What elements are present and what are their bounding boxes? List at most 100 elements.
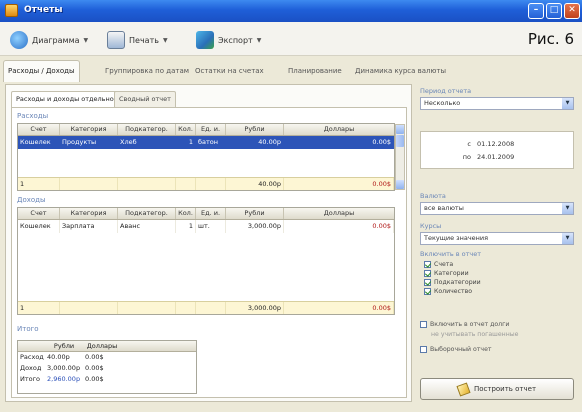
selective-report-checkbox[interactable]: Выборочный отчет bbox=[420, 346, 491, 353]
col-category[interactable]: Категория bbox=[60, 124, 118, 135]
col-unit[interactable]: Ед. и. bbox=[196, 124, 226, 135]
scroll-down-icon[interactable] bbox=[396, 180, 404, 189]
expenses-section-label: Расходы bbox=[17, 112, 49, 120]
checkbox-checked-icon[interactable] bbox=[424, 288, 431, 295]
minimize-button[interactable]: – bbox=[528, 3, 544, 19]
summary-row-rub: 3,000.00р bbox=[47, 364, 81, 372]
rate-select[interactable]: Текущие значения ▼ bbox=[420, 232, 574, 245]
currency-value: все валюты bbox=[424, 204, 464, 212]
include-label: Включить в отчет bbox=[420, 250, 482, 258]
expenses-total-row: 1 40.00р 0.00$ bbox=[18, 177, 394, 190]
total-rub: 40.00р bbox=[226, 178, 284, 190]
window-title: Отчеты bbox=[24, 5, 63, 15]
cell-account: Кошелек bbox=[18, 136, 60, 149]
col-rub[interactable]: Рубли bbox=[226, 208, 284, 219]
col-usd[interactable]: Доллары bbox=[284, 124, 394, 135]
date-range: с 01.12.2008 по 24.01.2009 bbox=[420, 131, 574, 169]
summary-row: Итого 2,960.00р 0.00$ bbox=[18, 374, 196, 385]
checkbox-label: Количество bbox=[434, 288, 473, 295]
selective-report-label: Выборочный отчет bbox=[430, 346, 492, 353]
col-quantity[interactable]: Кол. bbox=[176, 208, 196, 219]
tab-expenses-income[interactable]: Расходы / Доходы bbox=[3, 60, 80, 82]
exclude-paid-option: не учитывать погашенные bbox=[431, 331, 518, 338]
checkbox-checked-icon[interactable] bbox=[424, 270, 431, 277]
summary-row-usd: 0.00$ bbox=[85, 375, 104, 383]
printer-icon bbox=[107, 31, 125, 49]
income-total-row: 1 3,000.00р 0.00$ bbox=[18, 301, 394, 314]
rate-value: Текущие значения bbox=[424, 234, 489, 242]
col-account[interactable]: Счет bbox=[18, 124, 60, 135]
income-section-label: Доходы bbox=[17, 196, 46, 204]
checkbox-checked-icon[interactable] bbox=[424, 261, 431, 268]
scroll-thumb[interactable] bbox=[396, 135, 404, 147]
cell-subcategory: Хлеб bbox=[118, 136, 176, 149]
print-label: Печать bbox=[129, 35, 159, 45]
include-debts-checkbox[interactable]: Включить в отчет долги bbox=[420, 321, 509, 328]
build-report-button[interactable]: Построить отчет bbox=[420, 378, 574, 400]
expenses-scrollbar[interactable] bbox=[395, 124, 405, 190]
checkbox-label: Подкатегории bbox=[434, 279, 481, 286]
checkbox-subcategories[interactable]: Подкатегории bbox=[424, 278, 574, 287]
figure-label: Рис. 6 bbox=[527, 30, 574, 48]
cell-quantity: 1 bbox=[176, 220, 196, 233]
col-subcategory[interactable]: Подкатегор. bbox=[118, 208, 176, 219]
main-tabs: Расходы / Доходы Группировка по датам Ос… bbox=[0, 58, 582, 82]
diagram-label: Диаграмма bbox=[32, 35, 80, 45]
chevron-down-icon[interactable]: ▼ bbox=[562, 98, 573, 109]
table-row[interactable]: Кошелек Продукты Хлеб 1 батон 40.00р 0.0… bbox=[18, 136, 394, 149]
scroll-up-icon[interactable] bbox=[396, 125, 404, 134]
tab-group-by-date[interactable]: Группировка по датам bbox=[105, 62, 189, 80]
print-button[interactable]: Печать ▼ bbox=[107, 30, 168, 50]
subtab-summary[interactable]: Сводный отчет bbox=[114, 91, 176, 107]
checkbox-accounts[interactable]: Счета bbox=[424, 260, 574, 269]
include-checkboxes: Счета Категории Подкатегории Количество bbox=[420, 260, 574, 322]
checkbox-icon[interactable] bbox=[420, 321, 427, 328]
col-unit[interactable]: Ед. и. bbox=[196, 208, 226, 219]
cell-rub: 3,000.00р bbox=[226, 220, 284, 233]
export-label: Экспорт bbox=[218, 35, 253, 45]
checkbox-categories[interactable]: Категории bbox=[424, 269, 574, 278]
currency-select[interactable]: все валюты ▼ bbox=[420, 202, 574, 215]
chevron-down-icon[interactable]: ▼ bbox=[562, 203, 573, 214]
checkbox-icon[interactable] bbox=[420, 346, 427, 353]
toolbar: Диаграмма ▼ Печать ▼ Экспорт ▼ Рис. 6 bbox=[0, 22, 582, 56]
subtab-separate[interactable]: Расходы и доходы отдельно bbox=[11, 91, 119, 108]
checkbox-quantity[interactable]: Количество bbox=[424, 287, 574, 296]
col-account[interactable]: Счет bbox=[18, 208, 60, 219]
date-to-value: 24.01.2009 bbox=[477, 153, 515, 161]
summary-col-rub: Рубли bbox=[53, 342, 75, 350]
cell-account: Кошелек bbox=[18, 220, 60, 233]
cell-usd: 0.00$ bbox=[284, 136, 394, 149]
diagram-icon bbox=[10, 31, 28, 49]
cell-category: Зарплата bbox=[60, 220, 118, 233]
chevron-down-icon: ▼ bbox=[162, 36, 168, 44]
pencil-icon bbox=[456, 381, 471, 397]
diagram-button[interactable]: Диаграмма ▼ bbox=[10, 30, 88, 50]
period-value: Несколько bbox=[424, 99, 461, 107]
summary-col-usd: Доллары bbox=[86, 342, 118, 350]
title-bar: Отчеты – □ ✕ bbox=[0, 0, 582, 22]
table-row[interactable]: Кошелек Зарплата Аванс 1 шт. 3,000.00р 0… bbox=[18, 220, 394, 233]
maximize-button[interactable]: □ bbox=[546, 3, 562, 19]
col-quantity[interactable]: Кол. bbox=[176, 124, 196, 135]
period-select[interactable]: Несколько ▼ bbox=[420, 97, 574, 110]
date-to[interactable]: по 24.01.2009 bbox=[457, 153, 514, 161]
summary-row-usd: 0.00$ bbox=[85, 353, 104, 361]
close-button[interactable]: ✕ bbox=[564, 3, 580, 19]
total-count: 1 bbox=[18, 302, 60, 314]
export-button[interactable]: Экспорт ▼ bbox=[196, 30, 261, 50]
date-from[interactable]: с 01.12.2008 bbox=[457, 140, 514, 148]
tab-planning[interactable]: Планирование bbox=[288, 62, 342, 80]
income-grid: Счет Категория Подкатегор. Кол. Ед. и. Р… bbox=[17, 207, 395, 315]
col-subcategory[interactable]: Подкатегор. bbox=[118, 124, 176, 135]
tab-currency-rate[interactable]: Динамика курса валюты bbox=[355, 62, 446, 80]
expenses-grid: Счет Категория Подкатегор. Кол. Ед. и. Р… bbox=[17, 123, 405, 191]
col-usd[interactable]: Доллары bbox=[284, 208, 394, 219]
chevron-down-icon[interactable]: ▼ bbox=[562, 233, 573, 244]
col-rub[interactable]: Рубли bbox=[226, 124, 284, 135]
summary-row: Расход 40.00р 0.00$ bbox=[18, 352, 196, 363]
tab-account-balances[interactable]: Остатки на счетах bbox=[195, 62, 264, 80]
date-from-label: с bbox=[467, 140, 471, 148]
col-category[interactable]: Категория bbox=[60, 208, 118, 219]
checkbox-checked-icon[interactable] bbox=[424, 279, 431, 286]
